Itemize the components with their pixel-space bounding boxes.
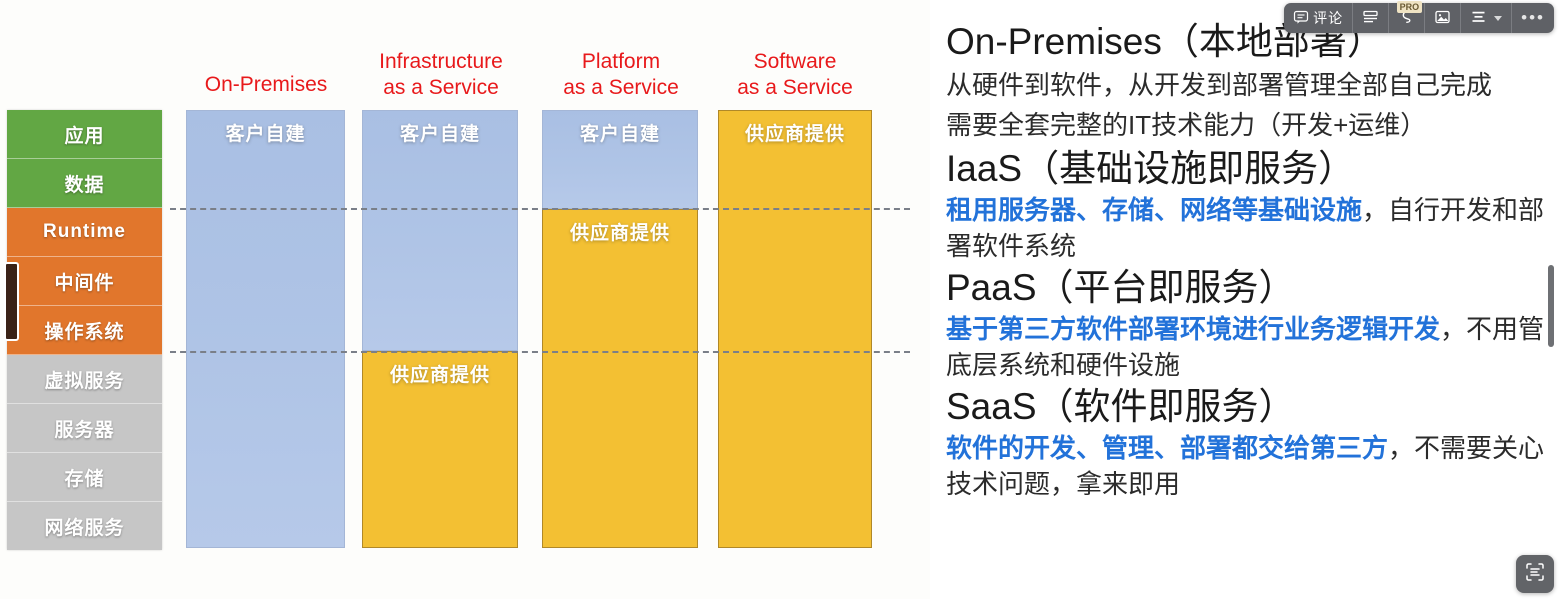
note-body-line: 需要全套完整的IT技术能力（开发+运维）: [946, 110, 1427, 140]
note-body-line: 基于第三方软件部署环境进行业务逻辑开发，不用管底层系统和硬件设施: [946, 311, 1546, 383]
column-segment: 客户自建: [362, 110, 518, 351]
note-heading-saas: SaaS（软件即服务）: [946, 386, 1296, 427]
layer-label: 数据: [64, 174, 105, 196]
image-icon: [1434, 9, 1451, 28]
segment-label: 供应商提供: [744, 124, 845, 145]
column-header-paas: Platform as a Service: [563, 50, 679, 99]
layer-label: 中间件: [54, 272, 115, 294]
layer-row: 存储: [7, 453, 162, 502]
layer-row: 网络服务: [7, 502, 162, 550]
scrollbar-thumb[interactable]: [1548, 265, 1554, 347]
column-on-premises: 客户自建: [186, 110, 345, 548]
layer-row: 应用: [7, 110, 162, 159]
layer-row: 中间件: [7, 257, 162, 306]
layer-label: 应用: [64, 125, 105, 147]
dashed-divider-bottom: [170, 351, 910, 353]
column-segment: 供应商提供: [542, 208, 698, 548]
segment-label: 客户自建: [399, 124, 480, 145]
column-segment: 供应商提供: [718, 110, 872, 548]
layer-label: 网络服务: [44, 517, 125, 539]
layer-row: 操作系统: [7, 306, 162, 355]
service-layer-stack: 应用 数据 Runtime 中间件 操作系统 虚拟服务 服务器 存储 网络服务: [7, 110, 162, 550]
note-highlight: 租用服务器、存储、网络等基础设施: [946, 195, 1363, 225]
dashed-divider-top: [170, 208, 910, 210]
column-header-on-premises: On-Premises: [204, 73, 328, 96]
note-heading-paas: PaaS（平台即服务）: [946, 267, 1296, 308]
note-body-line: 租用服务器、存储、网络等基础设施，自行开发和部署软件系统: [946, 192, 1546, 264]
more-button[interactable]: •••: [1512, 3, 1554, 33]
text-selection-handle[interactable]: [4, 262, 19, 341]
comment-button[interactable]: 评论: [1284, 3, 1354, 33]
cloud-service-model-diagram: 应用 数据 Runtime 中间件 操作系统 虚拟服务 服务器 存储 网络服务 …: [0, 0, 930, 599]
scrollbar-track[interactable]: [1548, 0, 1558, 599]
column-segment: 供应商提供: [362, 350, 518, 548]
column-saas: 供应商提供: [718, 110, 872, 548]
segment-label: 供应商提供: [389, 364, 490, 386]
align-icon: [1470, 9, 1487, 28]
more-icon: •••: [1521, 8, 1545, 27]
align-menu-button[interactable]: [1461, 3, 1513, 33]
notes-panel: On-Premises（本地部署） 从硬件到软件，从开发到部署管理全部自己完成 …: [930, 0, 1560, 599]
layer-row: 数据: [7, 159, 162, 208]
layer-label: 虚拟服务: [44, 370, 125, 392]
column-segment: 客户自建: [186, 110, 345, 548]
segment-label: 客户自建: [225, 124, 306, 145]
column-header-saas: Software as a Service: [737, 50, 853, 99]
note-heading-iaas: IaaS（基础设施即服务）: [946, 148, 1356, 189]
comment-icon: [1293, 9, 1309, 28]
layer-label: 服务器: [54, 419, 115, 441]
note-highlight: 基于第三方软件部署环境进行业务逻辑开发: [946, 314, 1441, 344]
image-button[interactable]: [1425, 3, 1462, 33]
column-segment: 客户自建: [542, 110, 698, 209]
pro-badge: PRO: [1396, 1, 1423, 13]
layout-button[interactable]: [1353, 3, 1390, 33]
column-paas: 客户自建 供应商提供: [542, 110, 698, 548]
scan-text-button[interactable]: [1516, 555, 1554, 593]
layer-row: 虚拟服务: [7, 355, 162, 404]
segment-label: 客户自建: [579, 124, 660, 145]
layer-row: Runtime: [7, 208, 162, 257]
comment-button-label: 评论: [1313, 10, 1344, 26]
floating-toolbar[interactable]: 评论 PRO •••: [1284, 1, 1554, 33]
note-highlight: 软件的开发、管理、部署都交给第三方: [946, 433, 1389, 463]
chevron-down-icon: [1494, 15, 1503, 21]
column-header-iaas: Infrastructure as a Service: [379, 50, 503, 99]
layer-label: 操作系统: [44, 321, 125, 343]
layout-icon: [1362, 9, 1379, 28]
highlight-pen-button[interactable]: PRO: [1389, 1, 1426, 33]
column-iaas: 客户自建 供应商提供: [362, 110, 518, 548]
scan-text-icon: [1524, 561, 1546, 588]
note-body-line: 从硬件到软件，从开发到部署管理全部自己完成: [946, 70, 1493, 100]
layer-label: Runtime: [43, 221, 126, 242]
note-body-line: 软件的开发、管理、部署都交给第三方，不需要关心技术问题，拿来即用: [946, 430, 1546, 502]
layer-label: 存储: [64, 468, 105, 490]
segment-label: 供应商提供: [569, 222, 670, 244]
layer-row: 服务器: [7, 404, 162, 453]
